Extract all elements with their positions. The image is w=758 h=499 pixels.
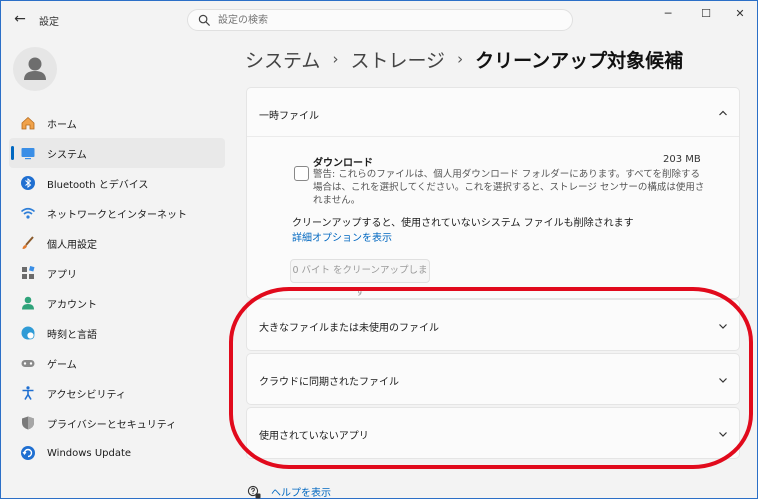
chevron-down-icon (719, 324, 727, 329)
shield-icon (19, 414, 37, 432)
sidebar-item-label: 時刻と言語 (47, 329, 97, 341)
sidebar-item-time-language[interactable]: 時刻と言語 (9, 318, 225, 348)
chevron-down-icon (719, 378, 727, 383)
search-icon (198, 14, 211, 27)
downloads-checkbox[interactable] (294, 166, 309, 181)
help-row[interactable]: ヘルプを表示 (247, 484, 331, 499)
sidebar-item-label: システム (47, 149, 87, 161)
sidebar-item-label: アクセシビリティ (47, 389, 126, 401)
cleanup-note: クリーンアップすると、使用されていないシステム ファイルも削除されます (292, 218, 634, 229)
breadcrumb-separator: › (332, 50, 339, 68)
help-icon (247, 485, 261, 498)
sidebar-item-label: 個人用設定 (47, 239, 97, 251)
accessibility-icon (19, 384, 37, 402)
avatar[interactable] (13, 47, 57, 91)
cleanup-button[interactable]: 0 バイト をクリーンアップします (290, 259, 430, 298)
globe-icon (19, 324, 37, 342)
brush-icon (19, 234, 37, 252)
search-box[interactable] (187, 9, 573, 31)
unused-apps-section[interactable]: 使用されていないアプリ (246, 407, 740, 459)
chevron-down-icon (719, 432, 727, 437)
sidebar-item-gaming[interactable]: ゲーム (9, 348, 225, 378)
settings-window: ← 設定 ─ ☐ ✕ ホーム システム (0, 0, 758, 499)
sidebar-item-home[interactable]: ホーム (9, 108, 225, 138)
update-icon (19, 444, 37, 462)
unused-apps-title: 使用されていないアプリ (259, 431, 369, 442)
downloads-title: ダウンロード (313, 158, 373, 169)
large-unused-files-title: 大きなファイルまたは未使用のファイル (259, 323, 439, 334)
breadcrumb-storage[interactable]: ストレージ (350, 46, 445, 73)
sidebar-item-system[interactable]: システム (9, 138, 225, 168)
sidebar-item-accounts[interactable]: アカウント (9, 288, 225, 318)
help-link[interactable]: ヘルプを表示 (271, 484, 331, 499)
sidebar-item-label: ネットワークとインターネット (47, 209, 187, 221)
sidebar-item-windows-update[interactable]: Windows Update (9, 438, 225, 468)
app-title: 設定 (39, 17, 59, 28)
divider (247, 136, 739, 137)
breadcrumb: システム › ストレージ › クリーンアップ対象候補 (245, 45, 683, 73)
advanced-options-link[interactable]: 詳細オプションを表示 (292, 229, 392, 244)
sidebar-item-network[interactable]: ネットワークとインターネット (9, 198, 225, 228)
cloud-synced-files-title: クラウドに同期されたファイル (259, 377, 399, 388)
title-bar: ← 設定 ─ ☐ ✕ (1, 1, 757, 37)
bluetooth-icon (19, 174, 37, 192)
close-button[interactable]: ✕ (725, 5, 755, 23)
user-icon (24, 57, 46, 80)
gamepad-icon (19, 354, 37, 372)
sidebar-item-accessibility[interactable]: アクセシビリティ (9, 378, 225, 408)
sidebar-item-personalization[interactable]: 個人用設定 (9, 228, 225, 258)
downloads-size: 203 MB (663, 154, 701, 165)
sidebar-item-bluetooth[interactable]: Bluetooth とデバイス (9, 168, 225, 198)
back-button[interactable]: ← (9, 10, 31, 28)
temp-files-header[interactable]: 一時ファイル (259, 107, 319, 122)
minimize-button[interactable]: ─ (653, 5, 683, 23)
sidebar-item-label: アカウント (47, 299, 97, 311)
home-icon (19, 114, 37, 132)
chevron-up-icon[interactable] (717, 107, 729, 119)
temp-files-section: 一時ファイル ダウンロード 203 MB 警告: これらのファイルは、個人用ダウ… (246, 87, 740, 299)
breadcrumb-system[interactable]: システム (245, 46, 320, 73)
sidebar-item-label: ホーム (47, 119, 77, 131)
maximize-button[interactable]: ☐ (691, 5, 721, 23)
breadcrumb-separator: › (457, 50, 464, 68)
apps-icon (19, 264, 37, 282)
sidebar-item-label: Windows Update (47, 447, 132, 459)
sidebar-nav: ホーム システム Bluetooth とデバイス ネットワークとインターネット … (9, 108, 225, 468)
wifi-icon (19, 204, 37, 222)
cloud-synced-files-section[interactable]: クラウドに同期されたファイル (246, 353, 740, 405)
search-input[interactable] (218, 12, 558, 28)
system-icon (19, 144, 37, 162)
sidebar-item-apps[interactable]: アプリ (9, 258, 225, 288)
page-title: クリーンアップ対象候補 (475, 49, 684, 72)
sidebar-item-label: Bluetooth とデバイス (47, 179, 149, 191)
large-unused-files-section[interactable]: 大きなファイルまたは未使用のファイル (246, 299, 740, 351)
account-icon (19, 294, 37, 312)
downloads-warning: 警告: これらのファイルは、個人用ダウンロード フォルダーにあります。すべてを削… (313, 169, 705, 206)
sidebar-item-label: アプリ (47, 269, 77, 281)
sidebar-item-label: プライバシーとセキュリティ (47, 419, 177, 431)
sidebar-item-privacy[interactable]: プライバシーとセキュリティ (9, 408, 225, 438)
sidebar-item-label: ゲーム (47, 359, 77, 371)
